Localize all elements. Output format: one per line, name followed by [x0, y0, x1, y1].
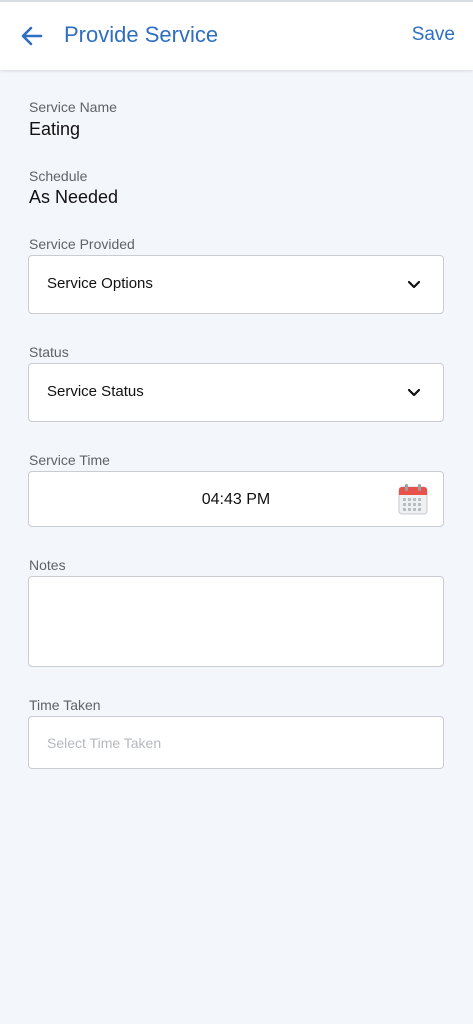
service-time-picker[interactable]: 04:43 PM [28, 471, 444, 527]
service-provided-dropdown[interactable]: Service Options [28, 255, 444, 314]
service-name-label: Service Name [29, 99, 117, 115]
service-provided-label: Service Provided [29, 236, 135, 252]
arrow-left-icon [21, 26, 43, 46]
schedule-value: As Needed [29, 187, 119, 207]
app-bar: Provide Service Save [0, 0, 473, 70]
service-provided-selected: Service Options [47, 275, 153, 292]
status-selected: Service Status [47, 383, 144, 400]
page-title: Provide Service [64, 22, 219, 47]
time-taken-input[interactable]: Select Time Taken [28, 716, 444, 769]
schedule-label: Schedule [29, 168, 88, 184]
service-time-label: Service Time [29, 452, 110, 468]
time-taken-label: Time Taken [29, 697, 101, 713]
provide-service-screen: Provide Service Save Service Name Eating… [0, 0, 473, 1024]
status-label: Status [29, 344, 69, 360]
notes-textarea[interactable] [28, 576, 444, 667]
calendar-icon[interactable] [398, 483, 428, 515]
save-button[interactable]: Save [412, 24, 455, 46]
time-taken-placeholder: Select Time Taken [47, 735, 162, 751]
status-dropdown[interactable]: Service Status [28, 363, 444, 422]
back-button[interactable] [16, 20, 48, 52]
notes-label: Notes [29, 557, 66, 573]
chevron-down-icon [407, 388, 421, 397]
service-name-value: Eating [29, 119, 81, 139]
service-time-value: 04:43 PM [201, 491, 271, 508]
chevron-down-icon [407, 280, 421, 289]
